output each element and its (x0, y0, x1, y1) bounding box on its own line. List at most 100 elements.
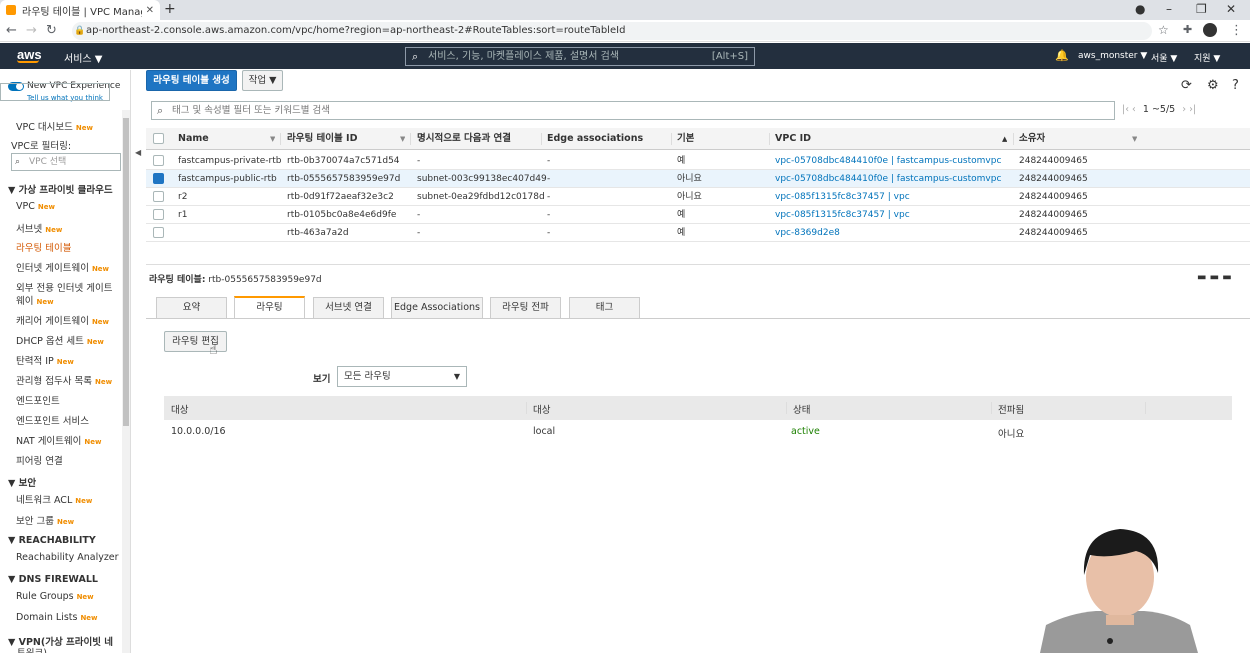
url-field[interactable]: 🔒 ap-northeast-2.console.aws.amazon.com/… (72, 22, 1152, 40)
sidebar-item-vpc[interactable]: VPC New (16, 201, 55, 212)
col-id-header[interactable]: 라우팅 테이블 ID (287, 128, 357, 150)
table-filter-input[interactable]: ⌕ 태그 및 속성별 필터 또는 키워드별 검색 (151, 101, 1115, 120)
view-select[interactable]: 모든 라우팅 ▼ (337, 366, 467, 387)
sidebar-item-internet-gateways[interactable]: 인터넷 게이트웨이 New (16, 260, 109, 274)
sidebar-item-egress-gateway-2[interactable]: 웨이 New (16, 293, 54, 307)
sidebar-item-subnets[interactable]: 서브넷 New (16, 221, 62, 235)
sidebar-item-prefix-lists[interactable]: 관리형 접두사 목록 New (16, 373, 112, 387)
layout-bottom-icon[interactable]: ▬ (1197, 272, 1206, 283)
tab-summary[interactable]: 요약 (156, 297, 227, 319)
layout-top-icon[interactable]: ▬ (1222, 272, 1231, 283)
col-edge-header[interactable]: Edge associations (547, 128, 643, 150)
sidebar-item-dhcp[interactable]: DHCP 옵션 세트 New (16, 333, 104, 347)
sort-icon[interactable]: ▼ (1132, 128, 1137, 150)
sidebar-item-reachability-analyzer[interactable]: Reachability Analyzer (16, 552, 119, 563)
first-page-icon[interactable]: |‹ (1122, 104, 1129, 115)
forward-icon[interactable]: → (26, 23, 37, 38)
layout-split-icon[interactable]: ▬ (1210, 272, 1219, 283)
tab-routes[interactable]: 라우팅 (234, 296, 305, 319)
section-reachability[interactable]: ▼ REACHABILITY (8, 535, 96, 546)
sidebar-item-security-groups[interactable]: 보안 그룹 New (16, 513, 74, 527)
row-checkbox[interactable] (153, 227, 164, 238)
pane-splitter[interactable] (146, 264, 1250, 270)
aws-logo[interactable]: aws (17, 47, 42, 63)
settings-gear-icon[interactable]: ⚙ (1207, 78, 1219, 93)
layout-toggle-icons[interactable]: ▬ ▬ ▬ (1197, 272, 1232, 283)
sidebar-item-nat-gateways[interactable]: NAT 게이트웨이 New (16, 433, 101, 447)
col-name-header[interactable]: Name (178, 128, 209, 150)
sidebar-item-endpoints[interactable]: 엔드포인트 (16, 393, 60, 407)
services-menu[interactable]: 서비스 ▼ (64, 50, 102, 65)
prev-page-icon[interactable]: ‹ (1132, 104, 1136, 115)
help-icon[interactable]: ? (1232, 78, 1239, 93)
last-page-icon[interactable]: ›| (1189, 104, 1196, 115)
col-main-header[interactable]: 기본 (677, 128, 694, 150)
extensions-icon[interactable]: ✚ (1183, 23, 1192, 36)
browser-tab[interactable]: 라우팅 테이블 | VPC Manag ✕ (0, 0, 160, 20)
back-icon[interactable]: ← (6, 23, 17, 38)
support-menu[interactable]: 지원 ▼ (1194, 51, 1220, 64)
select-all-checkbox[interactable] (153, 133, 164, 144)
vpc-filter-select[interactable]: ⌕ VPC 선택 (11, 153, 121, 171)
profile-avatar[interactable] (1203, 23, 1217, 37)
tab-tags[interactable]: 태그 (569, 297, 640, 319)
next-page-icon[interactable]: › (1182, 104, 1186, 115)
profile-dropdown-icon[interactable]: ● (1135, 2, 1145, 16)
new-tab-icon[interactable]: + (164, 1, 176, 17)
section-dns-firewall[interactable]: ▼ DNS FIREWALL (8, 574, 98, 585)
row-vpc-link[interactable]: vpc-05708dbc484410f0e | fastcampus-custo… (775, 170, 1001, 188)
close-tab-icon[interactable]: ✕ (146, 5, 154, 16)
minimize-icon[interactable]: – (1166, 2, 1172, 16)
vpc-filter-select[interactable] (0, 83, 110, 101)
notification-bell-icon[interactable]: 🔔 (1055, 49, 1069, 62)
table-row[interactable]: rtb-463a7a2d - - 예 vpc-8369d2e8 24824400… (146, 224, 1250, 242)
sidebar-item-dashboard[interactable]: VPC 대시보드 New (16, 119, 93, 133)
browser-menu-icon[interactable]: ⋮ (1230, 23, 1243, 38)
sidebar-item-egress-gateway[interactable]: 외부 전용 인터넷 게이트 (16, 280, 112, 294)
col-vpc-header[interactable]: VPC ID (775, 128, 811, 150)
table-row-selected[interactable]: fastcampus-public-rtb rtb-0555657583959e… (146, 170, 1250, 188)
tab-route-propagation[interactable]: 라우팅 전파 (490, 297, 561, 319)
row-vpc-link[interactable]: vpc-8369d2e8 (775, 224, 840, 242)
table-row[interactable]: fastcampus-private-rtb rtb-0b370074a7c57… (146, 152, 1250, 170)
sort-icon[interactable]: ▼ (270, 128, 275, 150)
sidebar-item-elastic-ip[interactable]: 탄력적 IP New (16, 353, 74, 367)
table-row[interactable]: r1 rtb-0105bc0a8e4e6d9fe - - 예 vpc-085f1… (146, 206, 1250, 224)
row-checkbox[interactable] (153, 191, 164, 202)
sidebar-item-rule-groups[interactable]: Rule Groups New (16, 591, 94, 602)
sidebar-scroll-thumb[interactable] (123, 118, 129, 426)
sidebar-item-route-tables[interactable]: 라우팅 테이블 (16, 240, 71, 254)
reload-icon[interactable]: ↻ (46, 23, 57, 38)
table-row[interactable]: r2 rtb-0d91f72aeaf32e3c2 subnet-0ea29fdb… (146, 188, 1250, 206)
bookmark-star-icon[interactable]: ☆ (1158, 23, 1169, 37)
sidebar-item-carrier-gateways[interactable]: 캐리어 게이트웨이 New (16, 313, 109, 327)
tab-edge-associations[interactable]: Edge Associations (391, 297, 483, 319)
refresh-icon[interactable]: ⟳ (1181, 78, 1192, 93)
edit-routes-button[interactable]: 라우팅 편집 (164, 331, 227, 352)
sidebar-item-domain-lists[interactable]: Domain Lists New (16, 612, 98, 623)
sidebar-item-endpoint-services[interactable]: 엔드포인트 서비스 (16, 413, 89, 427)
sort-asc-icon[interactable]: ▲ (1002, 128, 1007, 150)
row-vpc-link[interactable]: vpc-085f1315fc8c37457 | vpc (775, 206, 910, 224)
sidebar-item-peering[interactable]: 피어링 연결 (16, 453, 63, 467)
account-menu[interactable]: aws_monster ▼ (1078, 51, 1147, 61)
sort-icon[interactable]: ▼ (400, 128, 405, 150)
collapse-sidebar-icon[interactable]: ◀ (135, 148, 141, 157)
row-checkbox[interactable] (153, 155, 164, 166)
close-window-icon[interactable]: ✕ (1226, 2, 1236, 16)
col-assoc-header[interactable]: 명시적으로 다음과 연결 (417, 128, 511, 150)
row-vpc-link[interactable]: vpc-085f1315fc8c37457 | vpc (775, 188, 910, 206)
actions-button[interactable]: 작업 ▼ (242, 70, 283, 91)
create-route-table-button[interactable]: 라우팅 테이블 생성 (146, 70, 237, 91)
restore-icon[interactable]: ❐ (1196, 2, 1207, 16)
tab-subnet-associations[interactable]: 서브넷 연결 (313, 297, 384, 319)
row-checkbox[interactable] (153, 209, 164, 220)
region-menu[interactable]: 서울 ▼ (1151, 51, 1177, 64)
console-search-input[interactable]: ⌕ 서비스, 기능, 마켓플레이스 제품, 설명서 검색 [Alt+S] (405, 47, 755, 66)
col-owner-header[interactable]: 소유자 (1019, 128, 1045, 150)
sidebar-item-network-acl[interactable]: 네트워크 ACL New (16, 492, 92, 506)
section-vpc[interactable]: ▼ 가상 프라이빗 클라우드 (8, 182, 113, 196)
row-checkbox[interactable] (153, 173, 164, 184)
section-security[interactable]: ▼ 보안 (8, 475, 36, 489)
row-vpc-link[interactable]: vpc-05708dbc484410f0e | fastcampus-custo… (775, 152, 1001, 170)
